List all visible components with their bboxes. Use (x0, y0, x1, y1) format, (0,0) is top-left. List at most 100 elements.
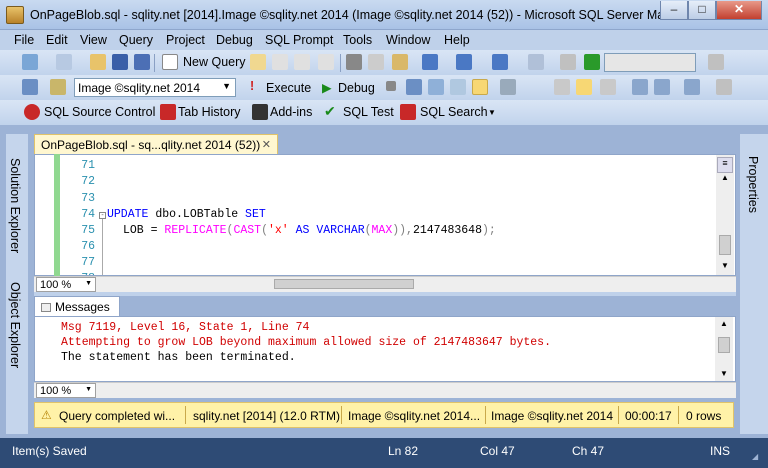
menu-debug[interactable]: Debug (216, 33, 253, 47)
solution-config-dropdown[interactable] (604, 53, 696, 72)
editor-zoom-dropdown[interactable]: 100 % ▼ (36, 277, 96, 292)
analysis-dmx-icon[interactable] (294, 54, 310, 70)
decrease-indent-icon[interactable] (654, 79, 670, 95)
results-to-text-icon[interactable] (554, 79, 570, 95)
messages-tab[interactable]: Messages (34, 296, 120, 316)
navigate-forward-icon[interactable] (528, 54, 544, 70)
line-number: 73 (81, 192, 95, 205)
menu-tools[interactable]: Tools (343, 33, 372, 47)
properties-tab[interactable]: Properties (746, 156, 760, 213)
scroll-thumb[interactable] (274, 279, 414, 289)
solution-explorer-tab[interactable]: Solution Explorer (8, 158, 22, 253)
save-all-icon[interactable] (134, 54, 150, 70)
parse-icon[interactable] (406, 79, 422, 95)
menu-file[interactable]: File (14, 33, 34, 47)
split-handle-icon[interactable]: ≡ (717, 157, 733, 173)
close-button[interactable]: ✕ (716, 1, 762, 20)
cancel-query-icon[interactable] (386, 81, 396, 91)
scroll-down-icon[interactable]: ▼ (721, 261, 729, 270)
menu-project[interactable]: Project (166, 33, 205, 47)
open-file-icon[interactable] (90, 54, 106, 70)
paste-icon[interactable] (392, 54, 408, 70)
add-item-icon[interactable] (56, 54, 72, 70)
collapse-icon[interactable]: - (99, 212, 106, 219)
comment-icon[interactable] (600, 79, 616, 95)
navigate-backward-icon[interactable] (492, 54, 508, 70)
db-engine-query-icon[interactable] (250, 54, 266, 70)
execute-icon[interactable]: ! (250, 79, 254, 93)
sql-source-control-button[interactable]: SQL Source Control (44, 105, 155, 119)
menu-query[interactable]: Query (119, 33, 153, 47)
toolbar-overflow-icon[interactable]: ▼ (488, 108, 496, 117)
line-number: 77 (81, 256, 95, 269)
change-connection-icon[interactable] (50, 79, 66, 95)
connect-icon[interactable] (22, 79, 38, 95)
messages-vertical-scrollbar[interactable]: ▲ ▼ (715, 317, 733, 381)
save-icon[interactable] (112, 54, 128, 70)
scroll-up-icon[interactable]: ▲ (720, 319, 728, 328)
analysis-mdx-icon[interactable] (272, 54, 288, 70)
code-token: 'x' (267, 224, 289, 237)
redo-icon[interactable] (456, 54, 472, 70)
sql-search-button[interactable]: SQL Search (420, 105, 488, 119)
object-explorer-tab[interactable]: Object Explorer (8, 282, 22, 368)
query-editor[interactable]: 71 72 73 74 75 76 77 78 - UPDATE dbo.LOB… (34, 154, 736, 276)
sql-test-button[interactable]: SQL Test (343, 105, 394, 119)
minimize-button[interactable]: – (660, 1, 688, 20)
debug-button[interactable]: Debug (338, 81, 375, 95)
app-icon[interactable] (6, 6, 24, 24)
document-tab[interactable]: OnPageBlob.sql - sq...qlity.net 2014 (52… (34, 134, 278, 154)
maximize-button[interactable]: □ (688, 1, 716, 20)
messages-zoom-dropdown[interactable]: 100 % ▼ (36, 383, 96, 398)
undo-icon[interactable] (422, 54, 438, 70)
document-tab-label: OnPageBlob.sql - sq...qlity.net 2014 (52… (41, 138, 261, 152)
execute-button[interactable]: Execute (266, 81, 311, 95)
menu-edit[interactable]: Edit (46, 33, 68, 47)
query-designer-icon[interactable] (450, 79, 466, 95)
database-dropdown[interactable]: Image ©sqlity.net 2014 ▼ (74, 78, 236, 97)
splitter[interactable] (34, 292, 736, 296)
editor-horizontal-scrollbar[interactable]: 100 % ▼ (34, 276, 736, 292)
analysis-xmla-icon[interactable] (318, 54, 334, 70)
resize-grip-icon[interactable]: ◢ (752, 452, 758, 461)
menu-sql-prompt[interactable]: SQL Prompt (265, 33, 333, 47)
sql-source-control-icon (24, 104, 40, 120)
increase-indent-icon[interactable] (684, 79, 700, 95)
find-icon[interactable] (560, 54, 576, 70)
scroll-up-icon[interactable]: ▲ (721, 173, 729, 182)
tab-history-button[interactable]: Tab History (178, 105, 241, 119)
new-query-icon[interactable] (162, 54, 178, 70)
title-bar: OnPageBlob.sql - sqlity.net [2014].Image… (0, 0, 768, 30)
results-to-file-icon[interactable] (576, 79, 592, 95)
code-token: ( (261, 224, 268, 237)
zoom-value: 100 % (40, 385, 72, 397)
menu-window[interactable]: Window (386, 33, 430, 47)
scroll-down-icon[interactable]: ▼ (720, 369, 728, 378)
code-token: CAST (233, 224, 262, 237)
toolbar-options-icon[interactable] (708, 54, 724, 70)
chevron-down-icon: ▼ (85, 280, 92, 287)
start-debugging-icon[interactable] (584, 54, 600, 70)
menu-help[interactable]: Help (444, 33, 470, 47)
display-plan-icon[interactable] (428, 79, 444, 95)
menu-view[interactable]: View (80, 33, 107, 47)
new-project-icon[interactable] (22, 54, 38, 70)
editor-vertical-scrollbar[interactable]: ≡ ▲ ▼ (716, 155, 734, 275)
cut-icon[interactable] (346, 54, 362, 70)
scroll-thumb[interactable] (719, 235, 731, 255)
scroll-thumb[interactable] (718, 337, 730, 353)
close-tab-icon[interactable]: ✕ (262, 138, 271, 151)
debug-play-icon[interactable]: ▶ (322, 80, 332, 95)
separator (618, 406, 619, 424)
add-ins-button[interactable]: Add-ins (270, 105, 312, 119)
uncomment-icon[interactable] (632, 79, 648, 95)
code-token: MAX (371, 224, 393, 237)
specify-values-icon[interactable] (716, 79, 732, 95)
new-query-button[interactable]: New Query (183, 55, 246, 69)
include-plan-icon[interactable] (500, 79, 516, 95)
copy-icon[interactable] (368, 54, 384, 70)
code-token: LOB = (123, 224, 165, 237)
results-to-grid-icon[interactable] (472, 79, 488, 95)
messages-horizontal-scrollbar[interactable]: 100 % ▼ (34, 382, 736, 398)
messages-pane[interactable]: Msg 7119, Level 16, State 1, Line 74 Att… (34, 316, 736, 382)
